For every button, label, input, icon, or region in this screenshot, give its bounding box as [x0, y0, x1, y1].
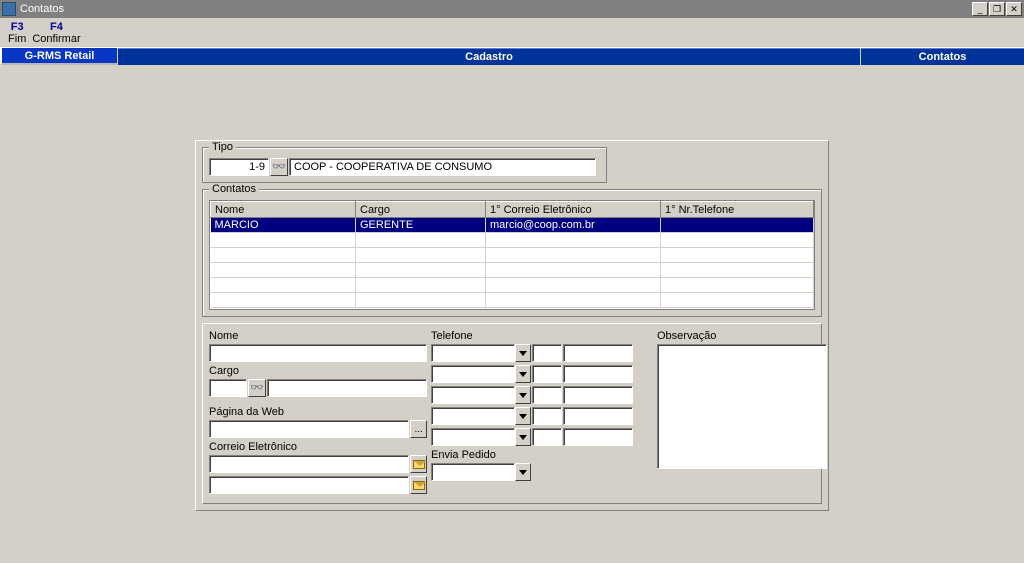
menu-f4[interactable]: F4 Confirmar [32, 21, 80, 45]
titlebar: Contatos _ ❐ ✕ [0, 0, 1024, 18]
table-row[interactable]: MARCIO GERENTE marcio@coop.com.br [211, 218, 814, 233]
cargo-code-input[interactable] [209, 379, 247, 397]
table-row[interactable] [211, 233, 814, 248]
tel3-type-combo[interactable] [431, 386, 531, 404]
envelope-icon [413, 460, 425, 469]
menu-f3-label: Fim [8, 33, 26, 45]
breadcrumb-screen[interactable]: Contatos [861, 48, 1024, 65]
tel1-ddd-input[interactable] [532, 344, 562, 362]
chevron-down-icon [515, 344, 531, 362]
contatos-grid[interactable]: Nome Cargo 1° Correio Eletrônico 1° Nr.T… [209, 200, 815, 310]
binoculars-icon: 👓 [250, 383, 264, 394]
cell-tel [661, 218, 814, 233]
table-row[interactable] [211, 278, 814, 293]
observacao-textarea[interactable] [657, 344, 827, 469]
label-cargo: Cargo [209, 365, 427, 377]
label-envia: Envia Pedido [431, 449, 653, 461]
table-row[interactable] [211, 263, 814, 278]
menu-f3-key: F3 [11, 21, 24, 33]
main-panel: Tipo 1-9 👓 COOP - COOPERATIVA DE CONSUMO… [195, 140, 829, 511]
label-nome: Nome [209, 330, 427, 342]
tel2-ddd-input[interactable] [532, 365, 562, 383]
chevron-down-icon [515, 428, 531, 446]
cargo-lookup-button[interactable]: 👓 [248, 379, 266, 397]
menu-f3[interactable]: F3 Fim [8, 21, 26, 45]
breadcrumb-module[interactable]: Cadastro [118, 48, 861, 65]
tel3-ddd-input[interactable] [532, 386, 562, 404]
workarea: Tipo 1-9 👓 COOP - COOPERATIVA DE CONSUMO… [0, 75, 1024, 563]
envia-pedido-combo[interactable] [431, 463, 531, 481]
tipo-desc-input[interactable]: COOP - COOPERATIVA DE CONSUMO [289, 158, 596, 176]
table-row[interactable] [211, 293, 814, 308]
col-tel[interactable]: 1° Nr.Telefone [661, 202, 814, 218]
label-telefone: Telefone [431, 330, 653, 342]
detail-panel: Nome Cargo 👓 Página da Web ... Correio E [202, 323, 822, 504]
correio2-input[interactable] [209, 476, 409, 494]
col-cargo[interactable]: Cargo [356, 202, 486, 218]
window-close-button[interactable]: ✕ [1006, 2, 1022, 16]
cell-nome: MARCIO [211, 218, 356, 233]
cell-cargo: GERENTE [356, 218, 486, 233]
correio1-send-button[interactable] [410, 455, 427, 473]
table-row[interactable] [211, 248, 814, 263]
tel5-ddd-input[interactable] [532, 428, 562, 446]
tel3-num-input[interactable] [563, 386, 633, 404]
pagina-input[interactable] [209, 420, 409, 438]
breadcrumb-bar: G-RMS Retail Cadastro Contatos [0, 47, 1024, 65]
window-title: Contatos [20, 3, 972, 15]
tel4-type-combo[interactable] [431, 407, 531, 425]
tipo-legend: Tipo [209, 141, 236, 153]
col-email[interactable]: 1° Correio Eletrônico [486, 202, 661, 218]
chevron-down-icon [515, 407, 531, 425]
cargo-desc-input[interactable] [267, 379, 427, 397]
window-maximize-button[interactable]: ❐ [989, 2, 1005, 16]
tel4-num-input[interactable] [563, 407, 633, 425]
tel1-num-input[interactable] [563, 344, 633, 362]
app-icon [2, 2, 16, 16]
envelope-icon [413, 481, 425, 490]
menu-f4-key: F4 [50, 21, 63, 33]
chevron-down-icon [515, 463, 531, 481]
menu-f4-label: Confirmar [32, 33, 80, 45]
correio1-input[interactable] [209, 455, 409, 473]
label-pagina: Página da Web [209, 406, 427, 418]
tipo-fieldset: Tipo 1-9 👓 COOP - COOPERATIVA DE CONSUMO [202, 147, 607, 183]
col-nome[interactable]: Nome [211, 202, 356, 218]
tel2-type-combo[interactable] [431, 365, 531, 383]
tel4-ddd-input[interactable] [532, 407, 562, 425]
contatos-legend: Contatos [209, 183, 259, 195]
tel5-type-combo[interactable] [431, 428, 531, 446]
label-obs: Observação [657, 330, 827, 342]
tel5-num-input[interactable] [563, 428, 633, 446]
tel1-type-combo[interactable] [431, 344, 531, 362]
menubar: F3 Fim F4 Confirmar [0, 18, 1024, 47]
tel2-num-input[interactable] [563, 365, 633, 383]
correio2-send-button[interactable] [410, 476, 427, 494]
tipo-code-input[interactable]: 1-9 [209, 158, 269, 176]
chevron-down-icon [515, 386, 531, 404]
label-correio: Correio Eletrônico [209, 441, 427, 453]
pagina-browse-button[interactable]: ... [410, 420, 427, 438]
window-minimize-button[interactable]: _ [972, 2, 988, 16]
binoculars-icon: 👓 [272, 162, 286, 173]
tipo-lookup-button[interactable]: 👓 [270, 158, 288, 176]
chevron-down-icon [515, 365, 531, 383]
nome-input[interactable] [209, 344, 427, 362]
breadcrumb-app[interactable]: G-RMS Retail [0, 48, 118, 65]
contatos-fieldset: Contatos Nome Cargo 1° Correio Eletrônic… [202, 189, 822, 317]
cell-email: marcio@coop.com.br [486, 218, 661, 233]
